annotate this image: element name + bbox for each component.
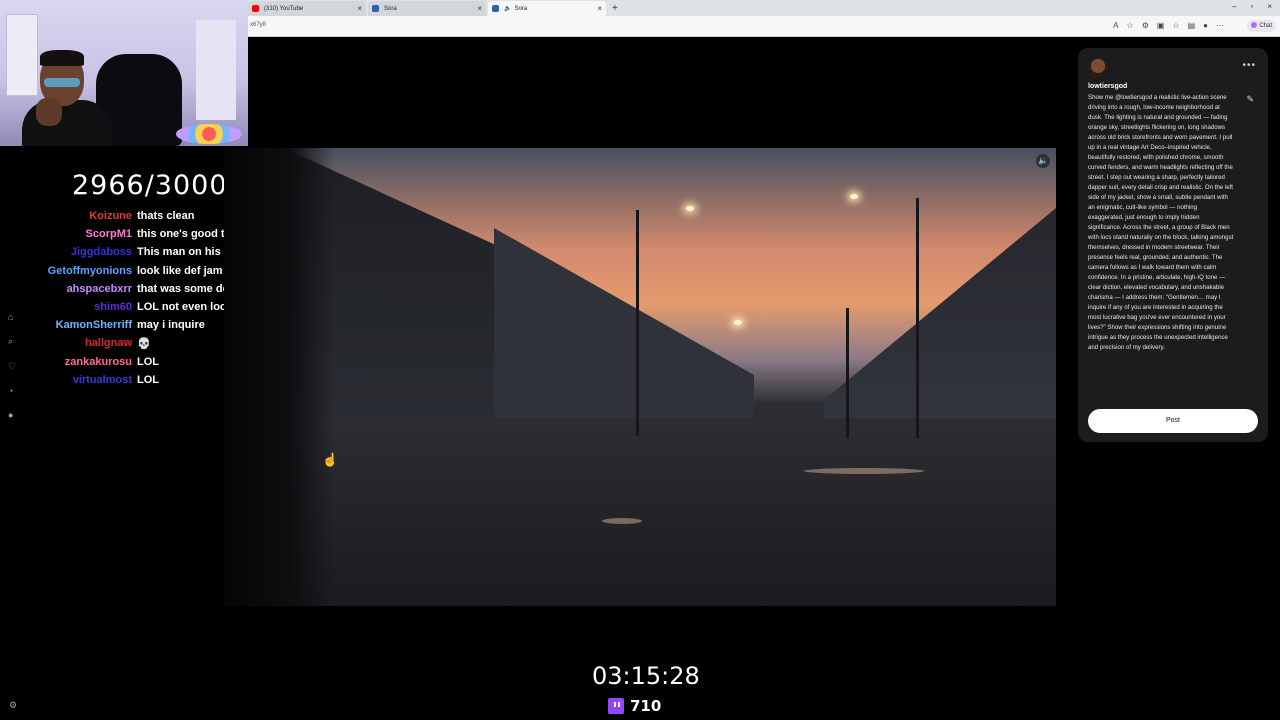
chat-username: Koizune bbox=[89, 210, 132, 222]
search-icon[interactable]: ⌕ bbox=[8, 336, 16, 347]
more-menu-icon[interactable]: ⋯ bbox=[1216, 21, 1224, 30]
webcam-feed bbox=[0, 0, 248, 146]
chat-username: virtualmost bbox=[72, 373, 132, 386]
address-bar: x67y8 A ☆ ⚙ ▣ ☆ ▤ ● ⋯ Chat bbox=[248, 16, 1280, 37]
chat-text: this one's good tho bbox=[137, 228, 238, 241]
close-tab-icon[interactable]: × bbox=[597, 4, 602, 13]
chat-text: LOL bbox=[137, 373, 159, 386]
chat-username: Jiggdaboss bbox=[70, 246, 132, 259]
home-icon[interactable]: ⌂ bbox=[8, 312, 16, 322]
tab-sora[interactable]: Sora × bbox=[368, 1, 486, 16]
viewer-count-widget: 710 bbox=[608, 697, 661, 715]
webcam-rgb-light bbox=[176, 124, 242, 144]
twitch-icon bbox=[608, 698, 624, 714]
chat-username: shim60 bbox=[94, 300, 132, 313]
more-options-icon[interactable]: ••• bbox=[1242, 60, 1256, 71]
new-tab-button[interactable]: + bbox=[612, 1, 618, 16]
tab-sora-active[interactable]: 🔈 Sora × bbox=[488, 1, 606, 16]
chat-button-label: Chat bbox=[1259, 23, 1272, 29]
mouse-cursor-icon: ☝ bbox=[322, 452, 339, 467]
browser-tab-bar: (310) YouTube × Sora × 🔈 Sora × + – ▫ × bbox=[248, 0, 1280, 16]
chat-text: 💀 bbox=[137, 338, 151, 351]
prompt-text: Show me @lowtiersgod a realistic live-ac… bbox=[1088, 94, 1234, 351]
read-aloud-icon[interactable]: A bbox=[1113, 21, 1118, 30]
webcam-door bbox=[196, 20, 236, 120]
post-button[interactable]: Post bbox=[1088, 409, 1258, 433]
sora-video-player[interactable]: 🔈 bbox=[224, 148, 1056, 606]
edit-pencil-icon[interactable]: ✎ bbox=[1246, 94, 1254, 105]
tab-label: Sora bbox=[514, 5, 528, 12]
webcam-glasses bbox=[44, 78, 80, 87]
video-foreground-shadow bbox=[224, 148, 334, 606]
volume-icon[interactable]: 🔈 bbox=[1036, 154, 1050, 168]
tab-label: Sora bbox=[384, 5, 397, 12]
webcam-streamer-hand bbox=[36, 98, 62, 126]
chat-text: thats clean bbox=[137, 210, 195, 222]
video-building-left bbox=[494, 228, 754, 438]
close-window-icon[interactable]: × bbox=[1267, 2, 1272, 11]
activity-icon[interactable]: ♡ bbox=[8, 361, 16, 372]
sora-sidebar-icons: ⌂ ⌕ ♡ ◔ ● bbox=[8, 312, 16, 420]
close-tab-icon[interactable]: × bbox=[477, 4, 482, 13]
collections-icon[interactable]: ▤ bbox=[1188, 21, 1196, 30]
chat-text: LOL bbox=[137, 355, 159, 368]
toolbar-icons: A ☆ ⚙ ▣ ☆ ▤ ● ⋯ bbox=[1113, 21, 1224, 30]
close-tab-icon[interactable]: × bbox=[357, 4, 362, 13]
settings-icon[interactable]: ⚙ bbox=[9, 700, 17, 711]
webcam-door bbox=[6, 14, 38, 96]
maximize-icon[interactable]: ▫ bbox=[1250, 2, 1253, 11]
chat-username: ScorpM1 bbox=[85, 228, 132, 241]
chat-text: may i inquire bbox=[137, 319, 205, 332]
video-streetlight bbox=[846, 308, 849, 438]
video-streetlight-bulb bbox=[734, 320, 742, 325]
url-text[interactable]: x67y8 bbox=[250, 22, 266, 28]
chat-username: ahspacebxrr bbox=[66, 282, 132, 295]
video-streetlight bbox=[636, 210, 639, 436]
speaker-icon[interactable]: 🔈 bbox=[504, 5, 511, 12]
video-street bbox=[224, 418, 1056, 606]
chat-username: zankakurosu bbox=[64, 355, 132, 368]
video-streetlight-bulb bbox=[686, 206, 694, 211]
profile-icon[interactable]: ● bbox=[1203, 21, 1208, 30]
tab-youtube[interactable]: (310) YouTube × bbox=[248, 1, 366, 16]
tab-label: (310) YouTube bbox=[264, 5, 304, 12]
copilot-chat-button[interactable]: Chat bbox=[1247, 20, 1276, 32]
video-puddle bbox=[602, 518, 642, 524]
stream-timer: 03:15:28 bbox=[592, 662, 700, 690]
video-puddle bbox=[804, 468, 924, 474]
split-screen-icon[interactable]: ▣ bbox=[1157, 21, 1165, 30]
sora-favicon-icon bbox=[492, 5, 499, 12]
youtube-favicon-icon bbox=[252, 5, 259, 12]
avatar[interactable] bbox=[1088, 58, 1108, 78]
webcam-streamer-hair bbox=[40, 50, 84, 66]
copilot-icon bbox=[1251, 22, 1258, 28]
chat-username: KamonSherriff bbox=[55, 319, 132, 332]
notifications-icon[interactable]: ◔ bbox=[8, 386, 16, 396]
sora-post-panel: ••• ✎ lowtiersgod Show me @lowtiersgod a… bbox=[1078, 48, 1268, 442]
panel-username[interactable]: lowtiersgod bbox=[1088, 83, 1127, 90]
viewer-count: 710 bbox=[630, 697, 662, 715]
profile-icon[interactable]: ● bbox=[8, 410, 16, 420]
follower-goal: 2966/3000 bbox=[72, 170, 228, 201]
video-streetlight bbox=[916, 198, 919, 438]
video-building-right bbox=[824, 208, 1056, 448]
favorite-star-icon[interactable]: ☆ bbox=[1127, 21, 1134, 30]
sora-favicon-icon bbox=[372, 5, 379, 12]
chat-username: hallgnaw bbox=[84, 337, 132, 350]
video-streetlight-bulb bbox=[850, 194, 858, 199]
minimize-icon[interactable]: – bbox=[1232, 2, 1236, 11]
chat-username: Getoffmyonions bbox=[47, 264, 132, 277]
window-controls: – ▫ × bbox=[1232, 2, 1272, 11]
extensions-icon[interactable]: ⚙ bbox=[1142, 21, 1149, 30]
favorites-icon[interactable]: ☆ bbox=[1172, 21, 1179, 30]
